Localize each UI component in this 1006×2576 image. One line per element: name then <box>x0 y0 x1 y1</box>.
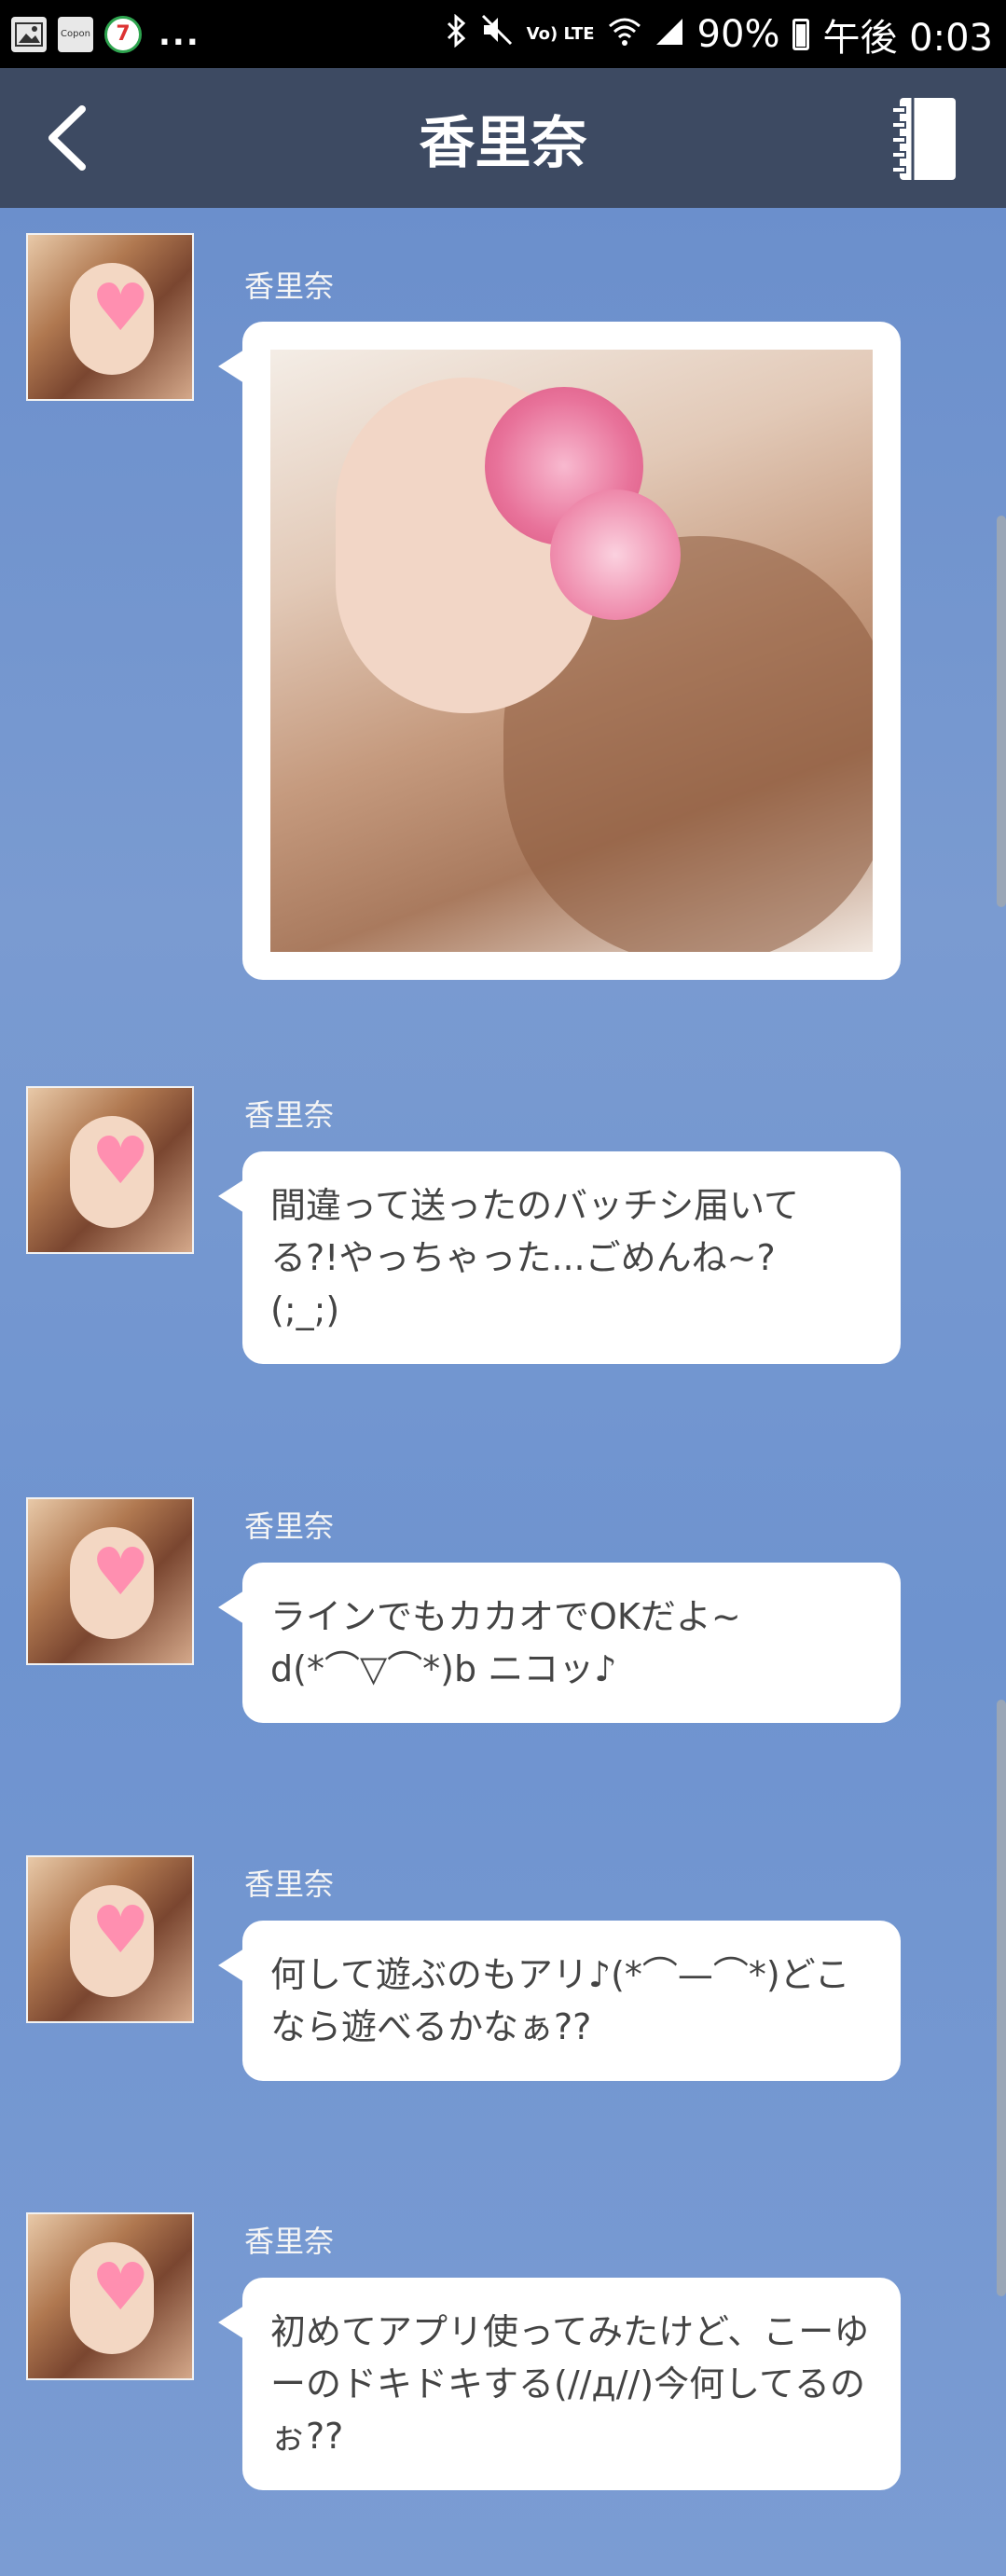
battery-icon <box>792 18 810 50</box>
coupon-icon: Copon <box>58 16 93 52</box>
status-right: Vo) LTE 90% 午後 0:03 <box>447 7 1006 62</box>
message-line: 間違って送ったのバッチシ届いて <box>270 1185 799 1226</box>
image-icon <box>11 16 47 52</box>
mute-icon <box>480 13 514 56</box>
avatar[interactable]: ♥ <box>26 1497 194 1665</box>
avatar[interactable]: ♥ <box>26 1855 194 2023</box>
message-line: ラインでもカカオでOKだよ~ <box>270 1596 741 1637</box>
battery-percent: 90% <box>696 12 780 56</box>
signal-icon <box>655 13 684 56</box>
wifi-icon <box>608 13 641 56</box>
message-bubble[interactable]: ラインでもカカオでOKだよ~ d(*⌒▽⌒*)b ニコッ♪ <box>218 1563 901 1723</box>
image-bubble[interactable] <box>218 322 901 980</box>
avatar[interactable]: ♥ <box>26 1086 194 1254</box>
message-line: 初めてアプリ使ってみたけど、こーゆ <box>270 2311 870 2352</box>
message-line: 何して遊ぶのもアリ♪(*⌒—⌒*)どこ <box>270 1954 850 1995</box>
chat-area[interactable]: ♥ 香里奈 ♥ 香里奈 間違って送ったのバッチシ届いて る?!やっちゃった...… <box>0 208 1006 2576</box>
chat-header: 香里奈 <box>0 68 1006 208</box>
page-title: 香里奈 <box>419 110 587 176</box>
shared-photo[interactable] <box>270 350 873 952</box>
more-notifications: ... <box>158 15 200 53</box>
message-line: d(*⌒▽⌒*)b ニコッ♪ <box>270 1648 617 1689</box>
clock: 午後 0:03 <box>822 16 993 60</box>
message-line: ぉ?? <box>270 2416 344 2457</box>
sender-name: 香里奈 <box>244 1508 335 1544</box>
sender-name: 香里奈 <box>244 1867 335 1902</box>
message-line: る?!やっちゃった...ごめんね~? <box>270 1237 776 1278</box>
message-line: なら遊べるかなぁ?? <box>270 2006 592 2047</box>
address-book-button[interactable] <box>889 94 959 184</box>
status-bar: Copon 7 ... Vo) LTE 90% 午後 0:03 <box>0 0 1006 68</box>
scrollbar-thumb[interactable] <box>997 1700 1006 2296</box>
seven-eleven-icon: 7 <box>104 15 142 53</box>
sender-name: 香里奈 <box>244 269 335 304</box>
status-left: Copon 7 ... <box>0 15 200 53</box>
message-line: (;_;) <box>270 1289 340 1330</box>
volte-icon: Vo) LTE <box>526 23 595 44</box>
address-book-icon <box>891 98 956 180</box>
avatar[interactable]: ♥ <box>26 233 194 401</box>
message-bubble[interactable]: 間違って送ったのバッチシ届いて る?!やっちゃった...ごめんね~? (;_;) <box>218 1151 901 1364</box>
sender-name: 香里奈 <box>244 2224 335 2259</box>
bluetooth-icon <box>447 13 467 54</box>
sender-name: 香里奈 <box>244 1097 335 1133</box>
message-bubble[interactable]: 何して遊ぶのもアリ♪(*⌒—⌒*)どこ なら遊べるかなぁ?? <box>218 1921 901 2081</box>
message-line: ーのドキドキする(//д//)今何してるの <box>270 2363 865 2404</box>
message-bubble[interactable]: 初めてアプリ使ってみたけど、こーゆ ーのドキドキする(//д//)今何してるの … <box>218 2278 901 2490</box>
scrollbar-thumb-top[interactable] <box>997 516 1006 907</box>
avatar[interactable]: ♥ <box>26 2212 194 2380</box>
